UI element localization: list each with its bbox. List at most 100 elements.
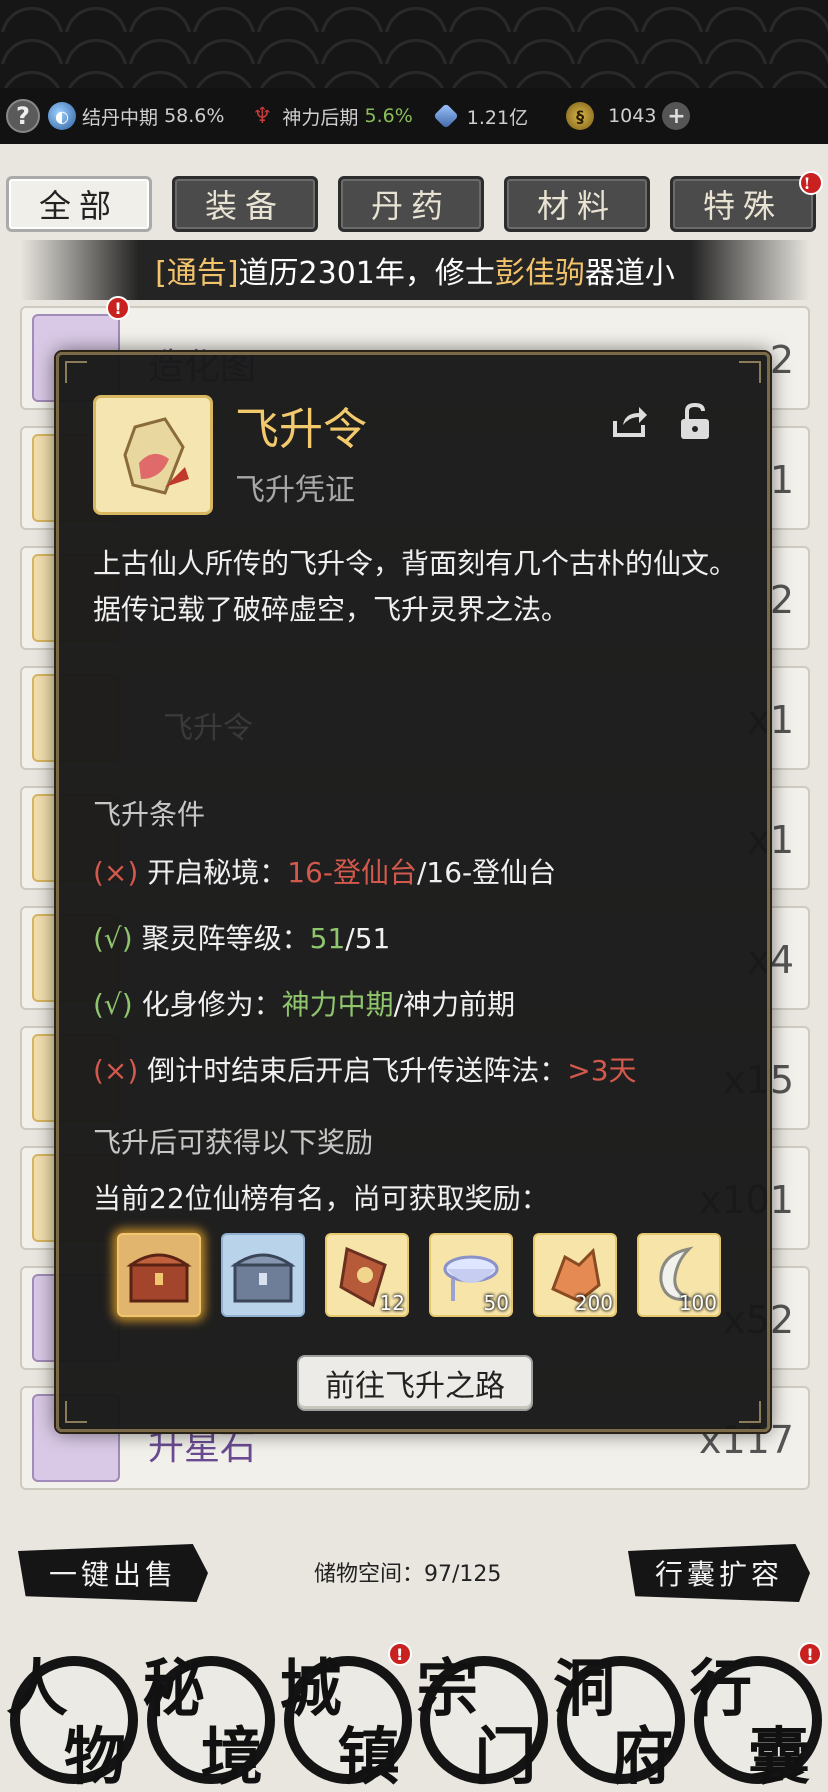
notice-tag: [通告] (155, 256, 239, 291)
condition-label: 化身修为： (141, 988, 282, 1021)
coin-icon: § (566, 102, 595, 130)
condition-value: 16-登仙台 (287, 856, 417, 889)
rewards-note: 当前22位仙榜有名，尚可获取奖励： (93, 1182, 549, 1215)
tab-label: 丹药 (370, 187, 451, 225)
coin-value: 1043 (608, 105, 657, 127)
nav-sect[interactable]: 宗 门 (416, 1636, 549, 1792)
gem-stat: 1.21亿 (433, 103, 529, 130)
share-icon[interactable] (609, 401, 649, 441)
nav-bag[interactable]: 行 囊 ! (690, 1636, 822, 1792)
condition-value: 51 (309, 922, 346, 955)
tab-all[interactable]: 全部 (6, 176, 152, 232)
condition-target: /神力前期 (393, 988, 516, 1021)
frame-corner (65, 361, 87, 383)
nav-char-1: 行 (689, 1652, 752, 1725)
nav-town[interactable]: 城 镇 ! (280, 1636, 412, 1792)
nav-cave[interactable]: 洞 府 (553, 1636, 686, 1792)
tab-label: 装备 (204, 187, 285, 225)
quick-sell-button[interactable]: 一键出售 (18, 1544, 208, 1602)
tab-label: 材料 (536, 187, 617, 225)
power-stat: ♆ 神力后期 5.6% (248, 102, 413, 130)
realm-label: 结丹中期 (82, 106, 159, 129)
item-description: 上古仙人所传的飞升令，背面刻有几个古朴的仙文。据传记载了破碎虚空，飞升灵界之法。 (93, 547, 738, 626)
notification-badge: ! (106, 296, 130, 320)
nav-char-2: 镇 (337, 1720, 400, 1792)
condition-target: /16-登仙台 (416, 856, 557, 889)
power-flame-icon: ♆ (252, 103, 273, 129)
reward-qty: 12 (379, 1291, 405, 1315)
item-count: 2 (769, 578, 794, 622)
nav-char-1: 城 (279, 1652, 342, 1725)
item-detail-modal: 飞升令 飞升凭证 上古仙人所传的飞升令，背面刻有几个古朴的仙文。据传记载了破碎虚… (56, 352, 770, 1432)
reward-qty: 200 (574, 1291, 613, 1315)
tab-equipment[interactable]: 装备 (172, 176, 318, 232)
condition-row: (√) 化身修为：神力中期/神力前期 (93, 983, 515, 1023)
power-value: 5.6% (364, 105, 413, 127)
condition-row: (√) 聚灵阵等级：51/51 (93, 917, 390, 957)
realm-stat: ◐ 结丹中期 58.6% (48, 102, 224, 130)
expand-bag-button[interactable]: 行囊扩容 (628, 1544, 810, 1602)
bottom-nav: 人 物 秘 境 城 镇 ! 宗 门 洞 府 行 囊 ! (0, 1636, 828, 1792)
power-label: 神力后期 (282, 106, 359, 129)
notification-badge: ! (387, 1642, 412, 1666)
notice-text-tail: 器道小 (584, 256, 675, 291)
nav-char-2: 境 (200, 1720, 263, 1792)
tab-special[interactable]: 特殊 ! (670, 171, 823, 232)
announcement-bar: [通告] 道历2301年，修士 彭佳驹 器道小 (20, 240, 810, 300)
talisman-icon[interactable]: 12 (325, 1233, 409, 1317)
reward-list: 12 50 200 100 (117, 1233, 721, 1317)
rewards-title: 飞升后可获得以下奖励 (93, 1126, 374, 1159)
notification-badge: ! (799, 171, 823, 195)
nav-char-1: 洞 (553, 1652, 616, 1725)
status-bar: ? ◐ 结丹中期 58.6% ♆ 神力后期 5.6% 1.21亿 § 1043 … (0, 88, 828, 144)
nav-char-1: 秘 (142, 1652, 205, 1725)
coin-stat: § 1043 + (566, 102, 691, 130)
ascension-token-icon (93, 395, 213, 515)
item-count: 2 (769, 338, 794, 382)
pass-mark: (√) (93, 988, 133, 1021)
crystal-bowl-icon[interactable]: 50 (429, 1233, 513, 1317)
condition-value: 神力中期 (281, 988, 394, 1021)
reward-qty: 100 (678, 1291, 717, 1315)
fail-mark: (×) (93, 856, 139, 889)
realm-value: 58.6% (164, 105, 225, 127)
nav-character[interactable]: 人 物 (6, 1636, 138, 1792)
add-coin-button[interactable]: + (662, 102, 691, 130)
frame-corner (65, 1401, 87, 1423)
condition-row: (×) 开启秘境：16-登仙台/16-登仙台 (93, 851, 556, 891)
condition-row: (×) 倒计时结束后开启飞升传送阵法：>3天 (93, 1049, 637, 1089)
gem-icon (433, 103, 459, 129)
pass-mark: (√) (93, 922, 133, 955)
fail-mark: (×) (93, 1054, 139, 1087)
tab-materials[interactable]: 材料 (504, 176, 650, 232)
frame-corner (739, 1401, 761, 1423)
condition-target: /51 (345, 922, 391, 955)
category-tabs: 全部 装备 丹药 材料 特殊 ! (6, 171, 823, 234)
ghost-item-name: 飞升令 (163, 711, 253, 746)
condition-label: 开启秘境： (147, 856, 288, 889)
nav-char-2: 门 (474, 1720, 537, 1792)
question-icon[interactable]: ? (6, 99, 40, 133)
reward-qty: 50 (483, 1291, 509, 1315)
nav-char-2: 物 (64, 1720, 127, 1792)
item-title: 飞升令 (235, 404, 367, 455)
nav-char-2: 囊 (747, 1720, 810, 1792)
go-ascension-button[interactable]: 前往飞升之路 (297, 1355, 533, 1411)
notice-player-name: 彭佳驹 (494, 256, 585, 291)
frame-corner (739, 361, 761, 383)
unlock-icon[interactable] (675, 401, 715, 441)
realm-orb-icon: ◐ (48, 102, 76, 130)
gold-chest-icon[interactable] (117, 1233, 201, 1317)
item-subtitle: 飞升凭证 (235, 473, 355, 508)
storage-capacity: 储物空间：97/125 (314, 1562, 502, 1587)
item-count: 1 (769, 458, 794, 502)
crescent-jade-icon[interactable]: 100 (637, 1233, 721, 1317)
nav-secret-realm[interactable]: 秘 境 (143, 1636, 275, 1792)
ore-icon[interactable]: 200 (533, 1233, 617, 1317)
tab-label: 全部 (38, 187, 119, 225)
silver-chest-icon[interactable] (221, 1233, 305, 1317)
tab-pills[interactable]: 丹药 (338, 176, 484, 232)
condition-label: 倒计时结束后开启飞升传送阵法： (147, 1054, 568, 1087)
gem-value: 1.21亿 (466, 106, 529, 129)
notice-text: 道历2301年，修士 (238, 256, 495, 291)
